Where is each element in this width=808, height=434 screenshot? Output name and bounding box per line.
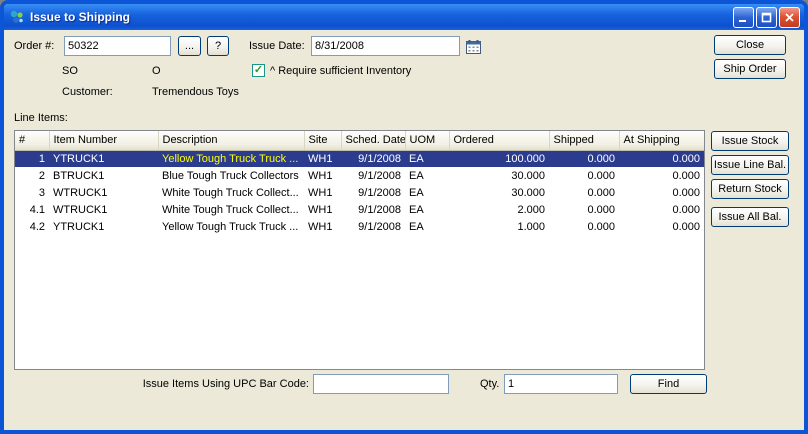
table-header-row: # Item Number Description Site Sched. Da… (15, 131, 704, 151)
cell-desc: Yellow Tough Truck Truck ... (162, 220, 299, 233)
table-row[interactable]: 4.1 WTRUCK1 White Tough Truck Collect... WH… (15, 201, 704, 218)
cell-shipped: 0.000 (587, 169, 615, 182)
order-lookup-button[interactable]: ... (178, 36, 201, 56)
cell-uom: EA (405, 150, 449, 167)
column-header-description[interactable]: Description (158, 131, 305, 151)
cell-num: 4.1 (29, 203, 45, 216)
window-title: Issue to Shipping (30, 10, 131, 24)
find-button[interactable]: Find (630, 374, 707, 394)
issue-date-label: Issue Date: (249, 40, 305, 52)
line-items-label: Line Items: (14, 112, 68, 124)
require-inventory-checkbox[interactable]: ✓ (252, 64, 265, 77)
cell-ordered: 1.000 (517, 220, 545, 233)
cell-shipped: 0.000 (549, 150, 619, 167)
table-row[interactable]: 3 WTRUCK1 White Tough Truck Collect... WH1 9… (15, 184, 704, 201)
cell-item: WTRUCK1 (53, 186, 108, 199)
ship-order-button[interactable]: Ship Order (714, 59, 786, 79)
cell-site: WH1 (304, 150, 341, 167)
cell-ordered: 30.000 (511, 186, 545, 199)
column-header-num[interactable]: # (15, 131, 50, 151)
issue-line-balance-button[interactable]: Issue Line Bal. (711, 155, 789, 175)
cell-num: 2 (38, 169, 45, 182)
customer-label: Customer: (62, 86, 113, 98)
qty-label: Qty. (480, 378, 500, 390)
column-header-item[interactable]: Item Number (49, 131, 159, 151)
app-icon (9, 9, 25, 25)
cell-date: 9/1/2008 (358, 169, 401, 182)
column-header-ordered[interactable]: Ordered (449, 131, 550, 151)
close-button[interactable]: Close (714, 35, 786, 55)
issue-stock-button[interactable]: Issue Stock (711, 131, 789, 151)
cell-at_shipping: 0.000 (672, 220, 700, 233)
require-inventory-label: ^ Require sufficient Inventory (270, 65, 412, 77)
dialog-window: Issue to Shipping Order #: ... ? Issue D… (0, 0, 808, 434)
column-header-shipped[interactable]: Shipped (549, 131, 620, 151)
cell-ordered: 30.000 (511, 169, 545, 182)
minimize-button[interactable] (733, 6, 754, 28)
column-header-at-shipping[interactable]: At Shipping (619, 131, 704, 151)
cell-shipped: 0.000 (587, 186, 615, 199)
cell-site: WH1 (308, 220, 333, 233)
cell-at_shipping: 0.000 (672, 169, 700, 182)
cell-desc: White Tough Truck Collect... (162, 203, 299, 216)
cell-date: 9/1/2008 (358, 203, 401, 216)
cell-desc: Blue Tough Truck Collectors (162, 169, 299, 182)
cell-item: YTRUCK1 (53, 220, 105, 233)
cell-desc: Yellow Tough Truck Truck ... (158, 150, 304, 167)
cell-item: BTRUCK1 (53, 169, 105, 182)
column-header-site[interactable]: Site (304, 131, 342, 151)
cell-uom: EA (409, 169, 424, 182)
cell-shipped: 0.000 (587, 220, 615, 233)
issue-date-input[interactable] (311, 36, 460, 56)
table-row[interactable]: 2 BTRUCK1 Blue Tough Truck Collectors WH1 9/… (15, 167, 704, 184)
order-number-label: Order #: (14, 40, 55, 52)
maximize-button[interactable] (756, 6, 777, 28)
cell-num: 4.2 (29, 220, 45, 233)
cell-uom: EA (409, 186, 424, 199)
close-icon[interactable] (779, 6, 800, 28)
order-number-input[interactable] (64, 36, 171, 56)
cell-at_shipping: 0.000 (672, 203, 700, 216)
issue-all-balance-button[interactable]: Issue All Bal. (711, 207, 789, 227)
order-status-value: O (152, 65, 161, 77)
cell-site: WH1 (308, 186, 333, 199)
table-row[interactable]: 4.2 YTRUCK1 Yellow Tough Truck Truck ... WH… (15, 218, 704, 235)
cell-desc: White Tough Truck Collect... (162, 186, 299, 199)
column-header-sched-date[interactable]: Sched. Date (341, 131, 406, 151)
cell-uom: EA (409, 203, 424, 216)
order-type-label: SO (62, 65, 78, 77)
cell-date: 9/1/2008 (358, 186, 401, 199)
cell-shipped: 0.000 (587, 203, 615, 216)
cell-item: YTRUCK1 (49, 150, 158, 167)
titlebar[interactable]: Issue to Shipping (4, 4, 804, 30)
upc-barcode-input[interactable] (313, 374, 449, 394)
cell-at_shipping: 0.000 (672, 186, 700, 199)
calendar-icon[interactable] (463, 37, 483, 56)
cell-num: 3 (38, 186, 45, 199)
line-items-body: 1 YTRUCK1 Yellow Tough Truck Truck ... WH1 9… (15, 150, 704, 235)
cell-site: WH1 (308, 169, 333, 182)
customer-value: Tremendous Toys (152, 86, 239, 98)
help-button[interactable]: ? (207, 36, 229, 56)
cell-uom: EA (409, 220, 424, 233)
cell-at_shipping: 0.000 (619, 150, 704, 167)
column-header-uom[interactable]: UOM (405, 131, 450, 151)
return-stock-button[interactable]: Return Stock (711, 179, 789, 199)
cell-date: 9/1/2008 (358, 220, 401, 233)
line-items-table[interactable]: # Item Number Description Site Sched. Da… (14, 130, 705, 370)
cell-date: 9/1/2008 (341, 150, 405, 167)
cell-ordered: 100.000 (449, 150, 549, 167)
cell-item: WTRUCK1 (53, 203, 108, 216)
qty-input[interactable] (504, 374, 618, 394)
upc-barcode-label: Issue Items Using UPC Bar Code: (142, 378, 309, 390)
cell-ordered: 2.000 (517, 203, 545, 216)
cell-site: WH1 (308, 203, 333, 216)
table-row[interactable]: 1 YTRUCK1 Yellow Tough Truck Truck ... WH1 9… (15, 150, 704, 167)
cell-num: 1 (15, 150, 49, 167)
check-icon: ✓ (253, 64, 264, 76)
dialog-client-area: Order #: ... ? Issue Date: Close Ship Or… (4, 30, 804, 430)
